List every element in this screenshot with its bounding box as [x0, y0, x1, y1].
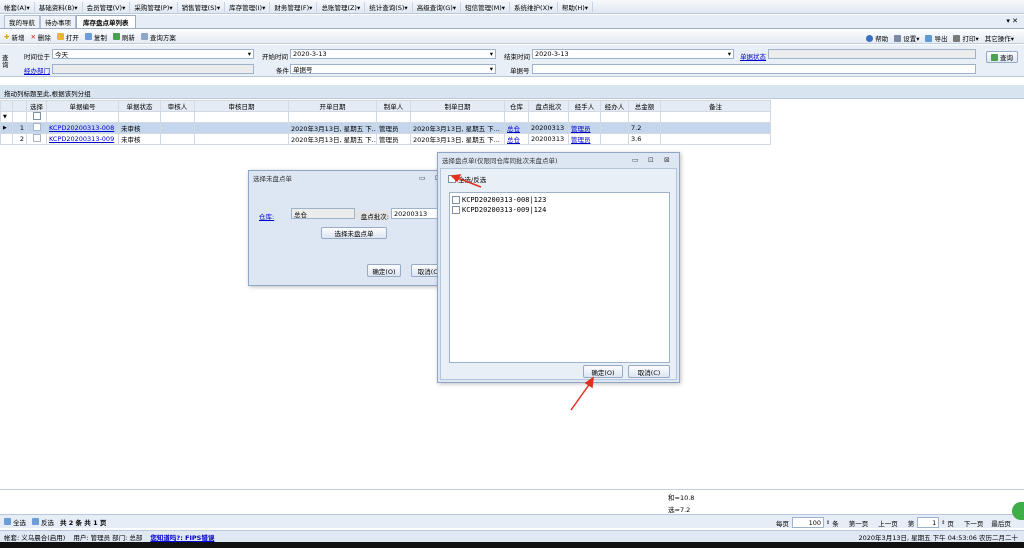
arrow-head-icon	[584, 376, 594, 389]
annotation-arrows	[450, 174, 594, 411]
arrow-to-ok	[570, 381, 592, 411]
arrow-head-icon	[450, 174, 462, 183]
